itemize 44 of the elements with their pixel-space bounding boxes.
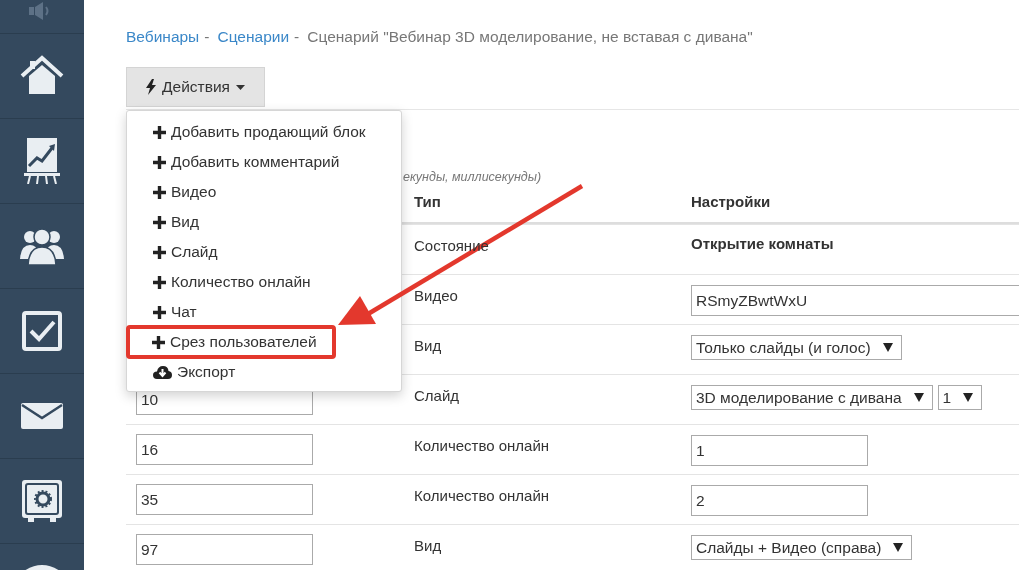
menu-item-label: Добавить продающий блок [171, 123, 366, 141]
table-cell-text: Видео [413, 286, 459, 306]
menu-item-label: Слайд [171, 243, 218, 261]
menu-item[interactable]: Чат [128, 297, 400, 327]
menu-item-label: Чат [171, 303, 197, 321]
breadcrumb-separator: - [294, 28, 300, 46]
table-cell-text: Вид [413, 536, 443, 556]
time-input[interactable]: 35 [136, 484, 313, 515]
menu-item[interactable]: Количество онлайн [128, 267, 400, 297]
menu-item[interactable]: Слайд [128, 237, 400, 267]
select-dropdown[interactable]: 1 [937, 385, 983, 410]
select-dropdown[interactable]: Слайды + Видео (справа) [691, 535, 913, 560]
menu-item[interactable]: Экспорт [128, 357, 400, 387]
menu-item[interactable]: Видео [128, 177, 400, 207]
table-cell-text: Вид [413, 336, 443, 356]
menu-item-label: Добавить комментарий [171, 153, 340, 171]
video-id-input[interactable]: RSmyZBwtWxU [691, 285, 1019, 316]
menu-item-label: Вид [171, 213, 200, 231]
menu-item-label: Видео [171, 183, 217, 201]
select-dropdown[interactable]: 3D моделирование с дивана [691, 385, 933, 410]
menu-item[interactable]: Добавить комментарий [128, 147, 400, 177]
time-input[interactable]: 16 [136, 434, 313, 465]
table-cell-text: Количество онлайн [413, 436, 551, 456]
menu-item-label: Срез пользователей [170, 333, 317, 351]
column-header: Настройки [690, 192, 772, 212]
menu-item[interactable]: Срез пользователей [126, 325, 336, 359]
table-cell-text: Количество онлайн [413, 486, 551, 506]
column-header: Тип [413, 192, 442, 212]
breadcrumb-link[interactable]: Сценарии [217, 28, 290, 46]
select-dropdown[interactable]: Только слайды (и голос) [691, 335, 902, 360]
table-cell: Открытие комнаты [691, 235, 834, 252]
hint-text: екунды, миллисекунды) [403, 170, 543, 186]
table-cell-text: Слайд [413, 386, 461, 406]
number-input[interactable]: 1 [691, 435, 868, 466]
time-input[interactable]: 97 [136, 534, 313, 565]
actions-button[interactable]: Действия [126, 67, 265, 107]
breadcrumb-separator: - [204, 28, 210, 46]
menu-item[interactable]: Вид [128, 207, 400, 237]
menu-item-label: Количество онлайн [171, 273, 311, 291]
breadcrumb-link[interactable]: Вебинары [126, 28, 200, 46]
breadcrumb-current: Сценарий "Вебинар 3D моделирование, не вставая с дивана" [307, 28, 753, 46]
menu-item-label: Экспорт [177, 363, 236, 381]
number-input[interactable]: 2 [691, 485, 868, 516]
menu-item[interactable]: Добавить продающий блок [128, 117, 400, 147]
